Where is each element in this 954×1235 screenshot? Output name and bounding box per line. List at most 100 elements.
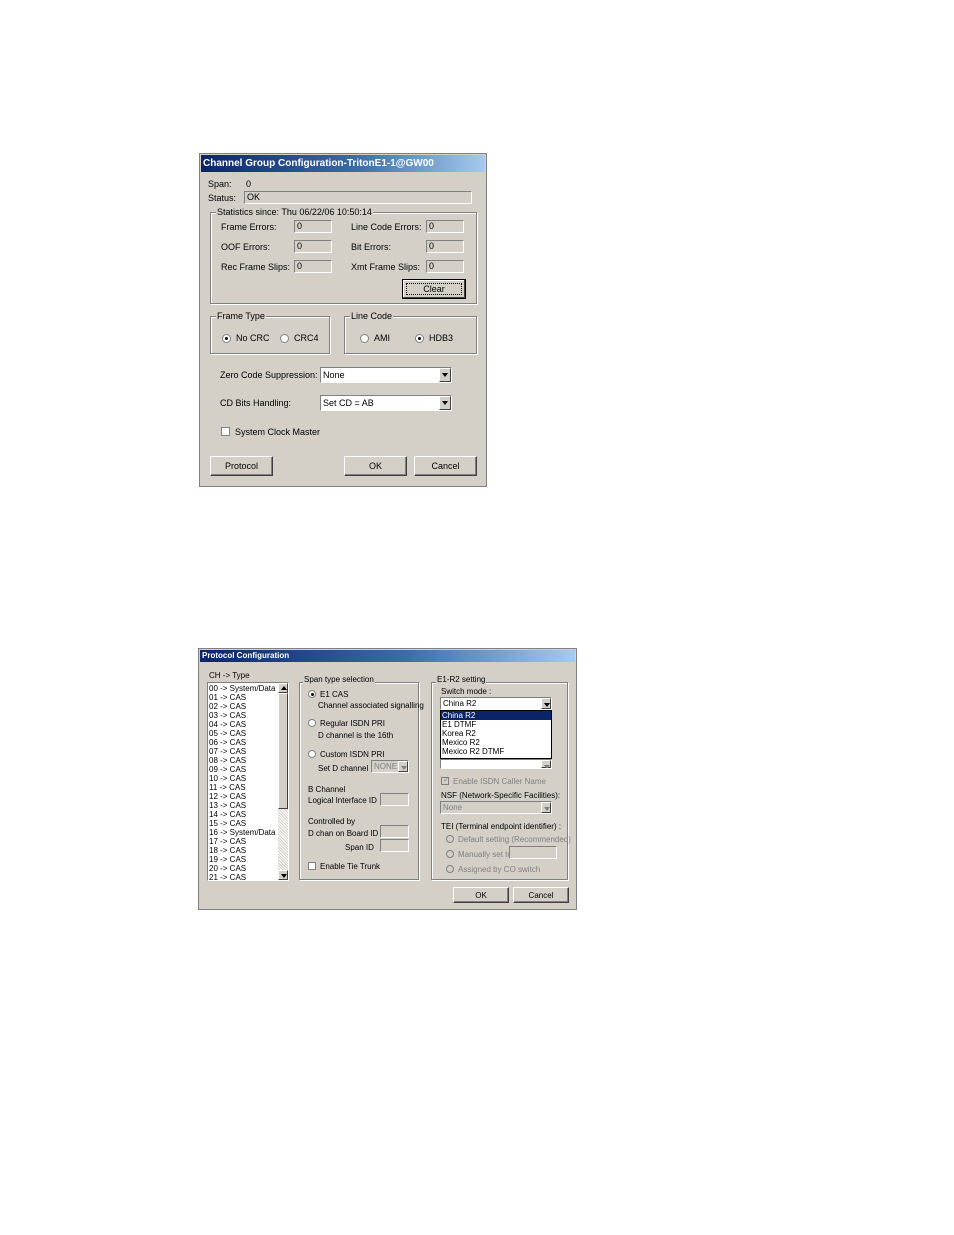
channel-list-scrollbar[interactable] xyxy=(278,683,288,880)
channel-list-item[interactable]: 10 -> CAS xyxy=(208,774,278,783)
chevron-down-icon[interactable] xyxy=(541,802,551,813)
tei-default-radio[interactable] xyxy=(446,835,454,843)
channel-list-item[interactable]: 07 -> CAS xyxy=(208,747,278,756)
channel-list-item[interactable]: 17 -> CAS xyxy=(208,837,278,846)
rec-frame-slips-label: Rec Frame Slips: xyxy=(221,262,291,272)
tei-manual-radio[interactable] xyxy=(446,850,454,858)
switch-mode-option[interactable]: Mexico R2 DTMF xyxy=(441,747,551,756)
scroll-down-button[interactable] xyxy=(278,870,288,880)
logical-interface-field[interactable] xyxy=(380,793,409,806)
line-code-legend: Line Code xyxy=(350,311,394,321)
d-chan-board-field[interactable] xyxy=(380,825,409,838)
protocol-cancel-button[interactable]: Cancel xyxy=(513,887,569,903)
statistics-legend: Statistics since: Thu 06/22/06 10:50:14 xyxy=(216,207,373,217)
channel-list-item[interactable]: 16 -> System/Data xyxy=(208,828,278,837)
channel-list[interactable]: 00 -> System/Data 01 -> CAS 02 -> CAS 03 ->… xyxy=(207,682,289,881)
chevron-down-icon[interactable] xyxy=(439,396,451,410)
regular-isdn-radio[interactable] xyxy=(308,719,316,727)
channel-list-item[interactable]: 20 -> CAS xyxy=(208,864,278,873)
tei-assigned-radio[interactable] xyxy=(446,865,454,873)
d-chan-board-label: D chan on Board ID xyxy=(308,829,379,838)
switch-mode-select[interactable]: China R2 xyxy=(440,697,552,710)
clear-button[interactable]: Clear xyxy=(402,279,466,299)
enable-isdn-caller-checkbox[interactable]: ✓ xyxy=(441,777,449,785)
channel-list-item[interactable]: 11 -> CAS xyxy=(208,783,278,792)
ok-button[interactable]: OK xyxy=(344,456,407,476)
channel-list-item[interactable]: 09 -> CAS xyxy=(208,765,278,774)
nsf-select[interactable]: None xyxy=(440,801,552,814)
switch-mode-option[interactable]: Mexico R2 xyxy=(441,738,551,747)
set-d-channel-select[interactable]: NONE xyxy=(371,760,409,773)
ch-type-header: CH -> Type xyxy=(209,671,250,680)
rec-frame-slips-field: 0 xyxy=(294,260,332,273)
chevron-down-icon[interactable] xyxy=(541,698,551,709)
scroll-up-button[interactable] xyxy=(278,683,288,693)
custom-isdn-radio[interactable] xyxy=(308,750,316,758)
crc4-radio[interactable] xyxy=(280,334,289,343)
chevron-down-icon[interactable] xyxy=(398,761,408,772)
no-crc-radio[interactable] xyxy=(222,334,231,343)
cd-bits-value: Set CD = AB xyxy=(323,398,374,408)
zero-code-select[interactable]: None xyxy=(320,367,452,383)
channel-list-item[interactable]: 04 -> CAS xyxy=(208,720,278,729)
b-channel-label: B Channel xyxy=(308,785,346,794)
channel-list-item[interactable]: 14 -> CAS xyxy=(208,810,278,819)
switch-mode-option[interactable]: Korea R2 xyxy=(441,729,551,738)
channel-list-item[interactable]: 03 -> CAS xyxy=(208,711,278,720)
controlled-by-label: Controlled by xyxy=(308,817,356,826)
e1-cas-radio[interactable] xyxy=(308,690,316,698)
chevron-down-icon[interactable] xyxy=(439,368,451,382)
enable-tie-trunk-checkbox[interactable] xyxy=(308,862,316,870)
channel-list-item[interactable]: 08 -> CAS xyxy=(208,756,278,765)
cd-bits-select[interactable]: Set CD = AB xyxy=(320,395,452,411)
checkmark-icon: ✓ xyxy=(443,777,449,784)
cancel-button[interactable]: Cancel xyxy=(414,456,477,476)
set-d-channel-value: NONE xyxy=(374,762,398,771)
xmt-frame-slips-label: Xmt Frame Slips: xyxy=(351,262,421,272)
hdb3-radio[interactable] xyxy=(415,334,424,343)
tei-manual-field[interactable] xyxy=(509,846,557,859)
switch-mode-option[interactable]: E1 DTMF xyxy=(441,720,551,729)
crc4-label: CRC4 xyxy=(294,333,319,343)
frame-type-legend: Frame Type xyxy=(216,311,266,321)
scroll-thumb[interactable] xyxy=(278,693,288,809)
set-d-channel-label: Set D channel xyxy=(318,764,369,773)
ami-radio[interactable] xyxy=(360,334,369,343)
channel-list-item[interactable]: 01 -> CAS xyxy=(208,693,278,702)
switch-mode-option[interactable]: China R2 xyxy=(441,711,551,720)
switch-mode-blank-field xyxy=(440,759,552,769)
protocol-button[interactable]: Protocol xyxy=(210,456,273,476)
status-field: OK xyxy=(244,191,472,204)
e1-cas-desc: Channel associated signalling xyxy=(318,701,424,710)
zero-code-label: Zero Code Suppression: xyxy=(220,370,318,380)
tei-label: TEI (Terminal endpoint identifier) : xyxy=(441,822,562,831)
protocol-ok-button-label: OK xyxy=(475,890,487,900)
channel-list-item[interactable]: 19 -> CAS xyxy=(208,855,278,864)
hdb3-label: HDB3 xyxy=(429,333,454,343)
oof-errors-label: OOF Errors: xyxy=(221,242,270,252)
span-id-field[interactable] xyxy=(380,839,409,852)
ami-label: AMI xyxy=(374,333,391,343)
channel-list-item[interactable]: 02 -> CAS xyxy=(208,702,278,711)
nsf-value: None xyxy=(443,803,463,812)
switch-mode-label: Switch mode : xyxy=(441,687,492,696)
channel-list-item[interactable]: 13 -> CAS xyxy=(208,801,278,810)
channel-list-item[interactable]: 21 -> CAS xyxy=(208,873,278,880)
bit-errors-label: Bit Errors: xyxy=(351,242,392,252)
protocol-ok-button[interactable]: OK xyxy=(453,887,509,903)
system-clock-checkbox[interactable] xyxy=(221,427,230,436)
arrow-up-icon xyxy=(281,686,287,690)
channel-list-item[interactable]: 15 -> CAS xyxy=(208,819,278,828)
channel-list-item[interactable]: 18 -> CAS xyxy=(208,846,278,855)
channel-list-item[interactable]: 00 -> System/Data xyxy=(208,684,278,693)
protocol-title: Protocol Configuration xyxy=(202,651,290,660)
nsf-label: NSF (Network-Specific Facilities): xyxy=(441,791,561,800)
channel-list-item[interactable]: 06 -> CAS xyxy=(208,738,278,747)
switch-mode-options: China R2 E1 DTMF Korea R2 Mexico R2 Mexico R… xyxy=(441,711,551,756)
span-type-legend: Span type selection xyxy=(303,675,375,685)
channel-list-item[interactable]: 12 -> CAS xyxy=(208,792,278,801)
protocol-cancel-button-label: Cancel xyxy=(528,890,554,900)
frame-errors-field: 0 xyxy=(294,220,332,233)
channel-list-item[interactable]: 05 -> CAS xyxy=(208,729,278,738)
switch-mode-value: China R2 xyxy=(443,699,477,708)
